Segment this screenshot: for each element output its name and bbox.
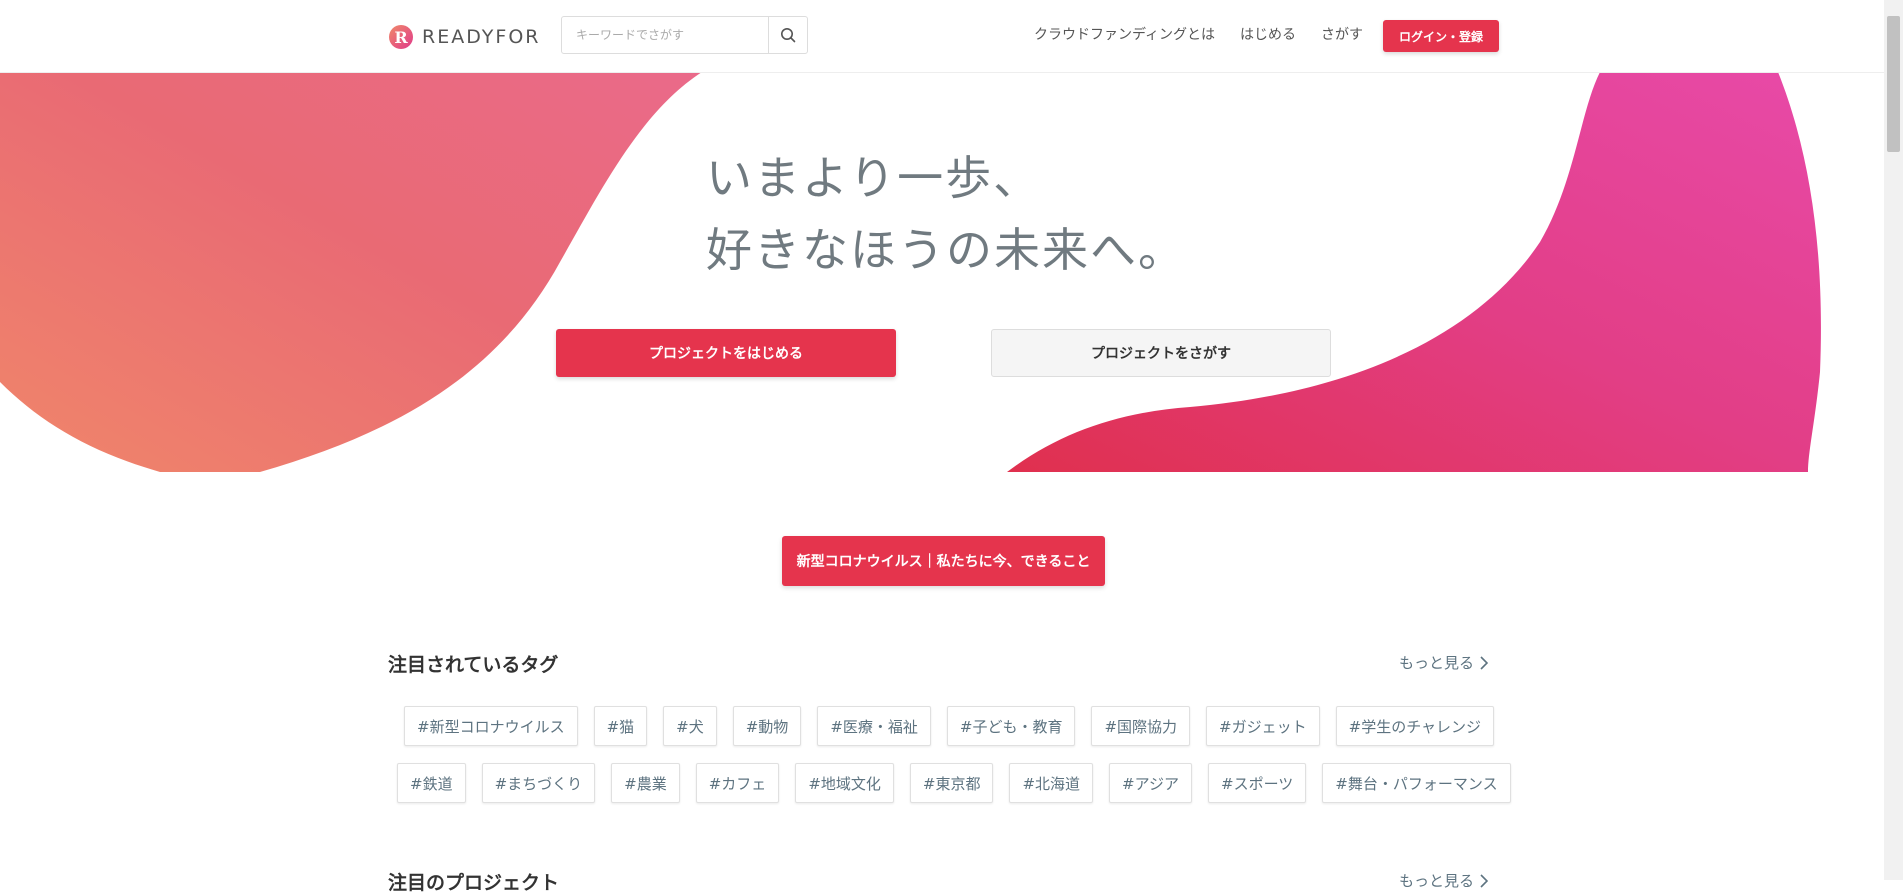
tag-animal[interactable]: #動物: [732, 706, 802, 746]
tag-hokkaido[interactable]: #北海道: [1009, 763, 1094, 803]
tag-covid[interactable]: #新型コロナウイルス: [404, 706, 578, 746]
logo-text: READYFOR: [422, 26, 541, 48]
projects-more-label: もっと見る: [1399, 872, 1475, 890]
search-input[interactable]: [562, 17, 768, 53]
tag-agriculture[interactable]: #農業: [611, 763, 680, 803]
corona-banner-button[interactable]: 新型コロナウイルス｜私たちに今、できること: [782, 536, 1105, 586]
nav-about-crowdfunding[interactable]: クラウドファンディングとは: [1034, 24, 1215, 44]
login-register-button[interactable]: ログイン・登録: [1383, 20, 1499, 52]
main-nav: クラウドファンディングとは はじめる さがす: [1034, 24, 1363, 44]
tag-dog[interactable]: #犬: [663, 706, 717, 746]
logo[interactable]: R READYFOR: [388, 24, 541, 50]
hero-section: いまより一歩、 好きなほうの未来へ。 プロジェクトをはじめる プロジェクトをさが…: [0, 72, 1884, 472]
search-button[interactable]: [768, 17, 807, 53]
hero-headline: いまより一歩、 好きなほうの未来へ。: [706, 142, 1186, 286]
nav-start[interactable]: はじめる: [1240, 24, 1296, 44]
readyfor-logo-icon: R: [389, 25, 413, 49]
page-scrollbar[interactable]: [1884, 0, 1903, 880]
tag-international-cooperation[interactable]: #国際協力: [1091, 706, 1191, 746]
site-header: R READYFOR クラウドファンディングとは はじめる さがす ログイン・登…: [0, 0, 1884, 73]
start-project-button[interactable]: プロジェクトをはじめる: [556, 329, 896, 377]
search-icon: [781, 28, 796, 43]
tag-cat[interactable]: #猫: [593, 706, 648, 746]
svg-text:R: R: [394, 28, 408, 47]
tag-student-challenge[interactable]: #学生のチャレンジ: [1335, 706, 1495, 746]
tags-more-link[interactable]: もっと見る: [1399, 652, 1489, 673]
chevron-right-icon: [1480, 655, 1489, 670]
tag-asia[interactable]: #アジア: [1109, 763, 1193, 803]
hero-headline-line1: いまより一歩、: [706, 151, 1042, 205]
tag-medical-welfare[interactable]: #医療・福祉: [817, 706, 931, 746]
tag-row-1: #新型コロナウイルス #猫 #犬 #動物 #医療・福祉 #子ども・教育 #国際協…: [404, 706, 1495, 746]
chevron-right-icon: [1480, 873, 1489, 888]
hero-headline-line2: 好きなほうの未来へ。: [706, 223, 1186, 277]
tags-more-label: もっと見る: [1399, 654, 1475, 672]
tag-town-development[interactable]: #まちづくり: [481, 763, 596, 803]
tag-children-education[interactable]: #子ども・教育: [946, 706, 1076, 746]
projects-more-link[interactable]: もっと見る: [1399, 870, 1489, 891]
scrollbar-thumb[interactable]: [1887, 16, 1900, 152]
tag-gadget[interactable]: #ガジェット: [1206, 706, 1320, 746]
tag-cafe[interactable]: #カフェ: [695, 763, 780, 803]
find-project-button[interactable]: プロジェクトをさがす: [991, 329, 1331, 377]
tag-stage-performance[interactable]: #舞台・パフォーマンス: [1322, 763, 1511, 803]
search-box: [561, 16, 808, 54]
tag-row-2: #鉄道 #まちづくり #農業 #カフェ #地域文化 #東京都 #北海道 #アジア…: [397, 763, 1511, 803]
tag-sports[interactable]: #スポーツ: [1208, 763, 1307, 803]
tag-local-culture[interactable]: #地域文化: [795, 763, 894, 803]
tags-section-title: 注目されているタグ: [388, 654, 559, 676]
tag-railway[interactable]: #鉄道: [397, 763, 466, 803]
tag-tokyo[interactable]: #東京都: [909, 763, 994, 803]
projects-section-title: 注目のプロジェクト: [388, 872, 560, 894]
nav-search[interactable]: さがす: [1321, 24, 1363, 44]
